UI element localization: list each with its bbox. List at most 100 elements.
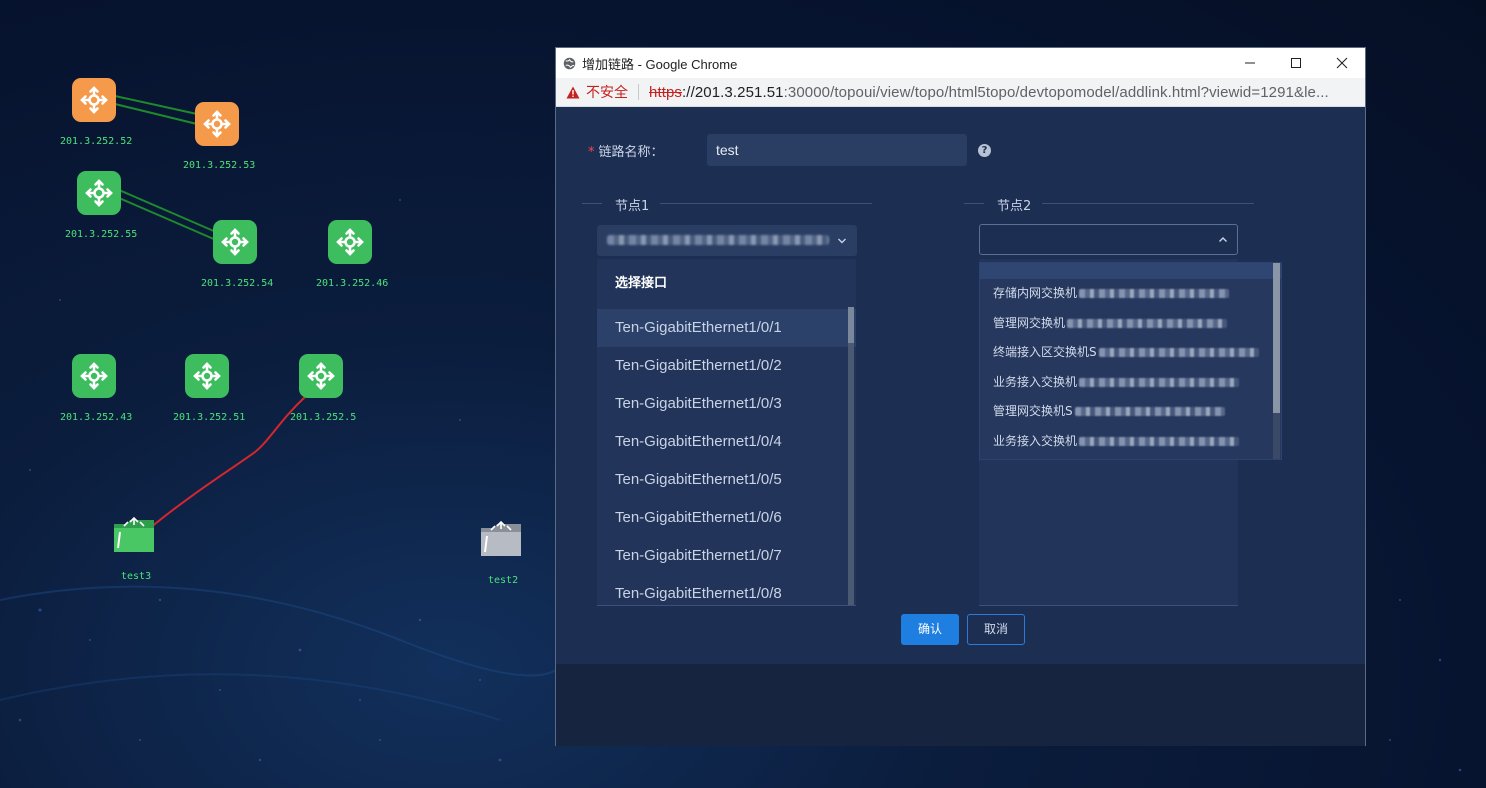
device-option-label: 业务接入交换机 (993, 433, 1078, 448)
node-label: 201.3.252.54 (201, 278, 274, 289)
redacted-text (1079, 377, 1240, 387)
group-label: test2 (488, 575, 519, 586)
interface-option[interactable]: Ten-GigabitEthernet1/0/8 (597, 575, 856, 605)
globe-icon (563, 57, 576, 69)
url-text[interactable]: https://201.3.251.51:30000/topoui/view/t… (649, 84, 1329, 101)
router-node[interactable] (299, 354, 343, 398)
interface-option[interactable]: Ten-GigabitEthernet1/0/5 (597, 461, 856, 499)
router-node[interactable] (77, 171, 121, 215)
maximize-button[interactable] (1273, 48, 1319, 78)
router-node[interactable] (72, 78, 116, 122)
node-label: 201.3.252.43 (60, 412, 133, 423)
warning-icon (566, 86, 580, 98)
device-dropdown[interactable]: 存储内网交换机 管理网交换机 终端接入区交换机S 业务接入交换机 管理网交换机S… (979, 262, 1282, 460)
device-option-label: 终端接入区交换机S (993, 345, 1097, 359)
device-option-label: 存储内网交换机 (993, 286, 1078, 300)
cancel-button[interactable]: 取消 (967, 614, 1025, 645)
chevron-up-icon (1219, 237, 1227, 242)
maximize-icon (1291, 58, 1301, 68)
help-icon[interactable]: ? (978, 144, 991, 157)
node2-device-select[interactable] (979, 224, 1238, 255)
redacted-text (1074, 407, 1225, 416)
interface-option[interactable]: Ten-GigabitEthernet1/0/6 (597, 499, 856, 537)
interface-option[interactable]: Ten-GigabitEthernet1/0/4 (597, 423, 856, 461)
divider (582, 203, 602, 204)
confirm-button[interactable]: 确认 (901, 614, 959, 645)
divider (1042, 203, 1254, 204)
router-icon (85, 179, 113, 207)
close-button[interactable] (1319, 48, 1365, 78)
router-node[interactable] (72, 354, 116, 398)
node1-label: 节点1 (615, 199, 650, 214)
interface-option[interactable]: Ten-GigabitEthernet1/0/1 (597, 309, 856, 347)
window-footer-area (556, 664, 1365, 746)
router-icon (80, 362, 108, 390)
scrollbar-thumb[interactable] (848, 307, 854, 343)
window-titlebar[interactable]: 增加链路 - Google Chrome (556, 48, 1365, 78)
divider (964, 203, 984, 204)
node-label: 201.3.252.55 (65, 229, 138, 240)
add-link-popup-window: 增加链路 - Google Chrome 不安全 https://201.3.2… (555, 47, 1366, 746)
add-link-form: * 链路名称： test ? 节点1 节点2 选择接口 Ten-GigabitEt… (556, 107, 1365, 664)
not-secure-label[interactable]: 不安全 (586, 82, 628, 102)
router-icon (221, 228, 249, 256)
node-label: 201.3.252.51 (173, 412, 246, 423)
link-52-53-b[interactable] (114, 103, 198, 125)
node-label: 201.3.252.53 (183, 160, 256, 171)
device-option-label: 业务接入交换机 (993, 374, 1078, 389)
device-option-empty[interactable] (980, 263, 1281, 279)
group-folder-icon[interactable] (112, 514, 156, 554)
address-bar[interactable]: 不安全 https://201.3.251.51:30000/topoui/vi… (556, 78, 1365, 107)
group-label: test3 (121, 571, 152, 582)
router-node[interactable] (213, 220, 257, 264)
router-node[interactable] (328, 220, 372, 264)
redacted-text (1079, 289, 1230, 298)
interface-option[interactable]: Ten-GigabitEthernet1/0/2 (597, 347, 856, 385)
interface-dropdown[interactable]: 选择接口 Ten-GigabitEthernet1/0/1 Ten-Gigabi… (597, 259, 856, 606)
url-host: ://201.3.251.51 (682, 83, 784, 101)
node-label: 201.3.252.52 (60, 136, 133, 147)
redacted-device-name (607, 235, 829, 245)
link-55-54-a[interactable] (118, 189, 217, 233)
scrollbar-thumb[interactable] (1273, 263, 1280, 413)
device-option[interactable]: 业务接入交换机 (980, 427, 1281, 457)
redacted-text (1079, 436, 1240, 446)
device-option[interactable]: 管理网交换机 (980, 309, 1281, 339)
close-icon (1336, 57, 1348, 69)
minimize-icon (1245, 62, 1255, 64)
url-path: :30000/topoui/view/topo/html5topo/devtop… (783, 83, 1329, 101)
device-option[interactable]: 管理网交换机S (980, 397, 1281, 427)
window-title: 增加链路 - Google Chrome (582, 56, 738, 72)
link-52-53-a[interactable] (114, 95, 198, 115)
router-node[interactable] (185, 354, 229, 398)
router-icon (193, 362, 221, 390)
dropdown-header: 选择接口 (615, 276, 668, 291)
interface-option[interactable]: Ten-GigabitEthernet1/0/7 (597, 537, 856, 575)
link-name-input[interactable]: test (707, 134, 967, 166)
router-icon (307, 362, 335, 390)
link-name-label-text: 链路名称： (598, 145, 664, 160)
device-option-label: 管理网交换机S (993, 404, 1073, 418)
group-folder-icon[interactable] (479, 518, 523, 558)
node1-device-select[interactable] (597, 225, 857, 256)
node-label: 201.3.252.46 (316, 278, 389, 289)
dropdown-scrollbar[interactable] (848, 307, 854, 605)
dropdown-scrollbar[interactable] (1273, 263, 1280, 459)
router-icon (80, 86, 108, 114)
redacted-text (1067, 318, 1228, 328)
node-label: 201.3.252.5 (290, 412, 357, 423)
address-separator (638, 84, 639, 100)
minimize-button[interactable] (1227, 48, 1273, 78)
device-option[interactable]: 业务接入交换机 (980, 368, 1281, 398)
chevron-down-icon (838, 238, 846, 244)
link-name-label: * 链路名称： (588, 141, 664, 160)
divider (660, 203, 872, 204)
node2-label: 节点2 (997, 199, 1032, 214)
router-node[interactable] (195, 102, 239, 146)
interface-option[interactable]: Ten-GigabitEthernet1/0/3 (597, 385, 856, 423)
device-option-label: 管理网交换机 (993, 315, 1066, 330)
router-icon (336, 228, 364, 256)
device-option[interactable]: 终端接入区交换机S (980, 338, 1281, 368)
device-option[interactable]: 存储内网交换机 (980, 279, 1281, 309)
url-scheme: https (649, 83, 683, 101)
